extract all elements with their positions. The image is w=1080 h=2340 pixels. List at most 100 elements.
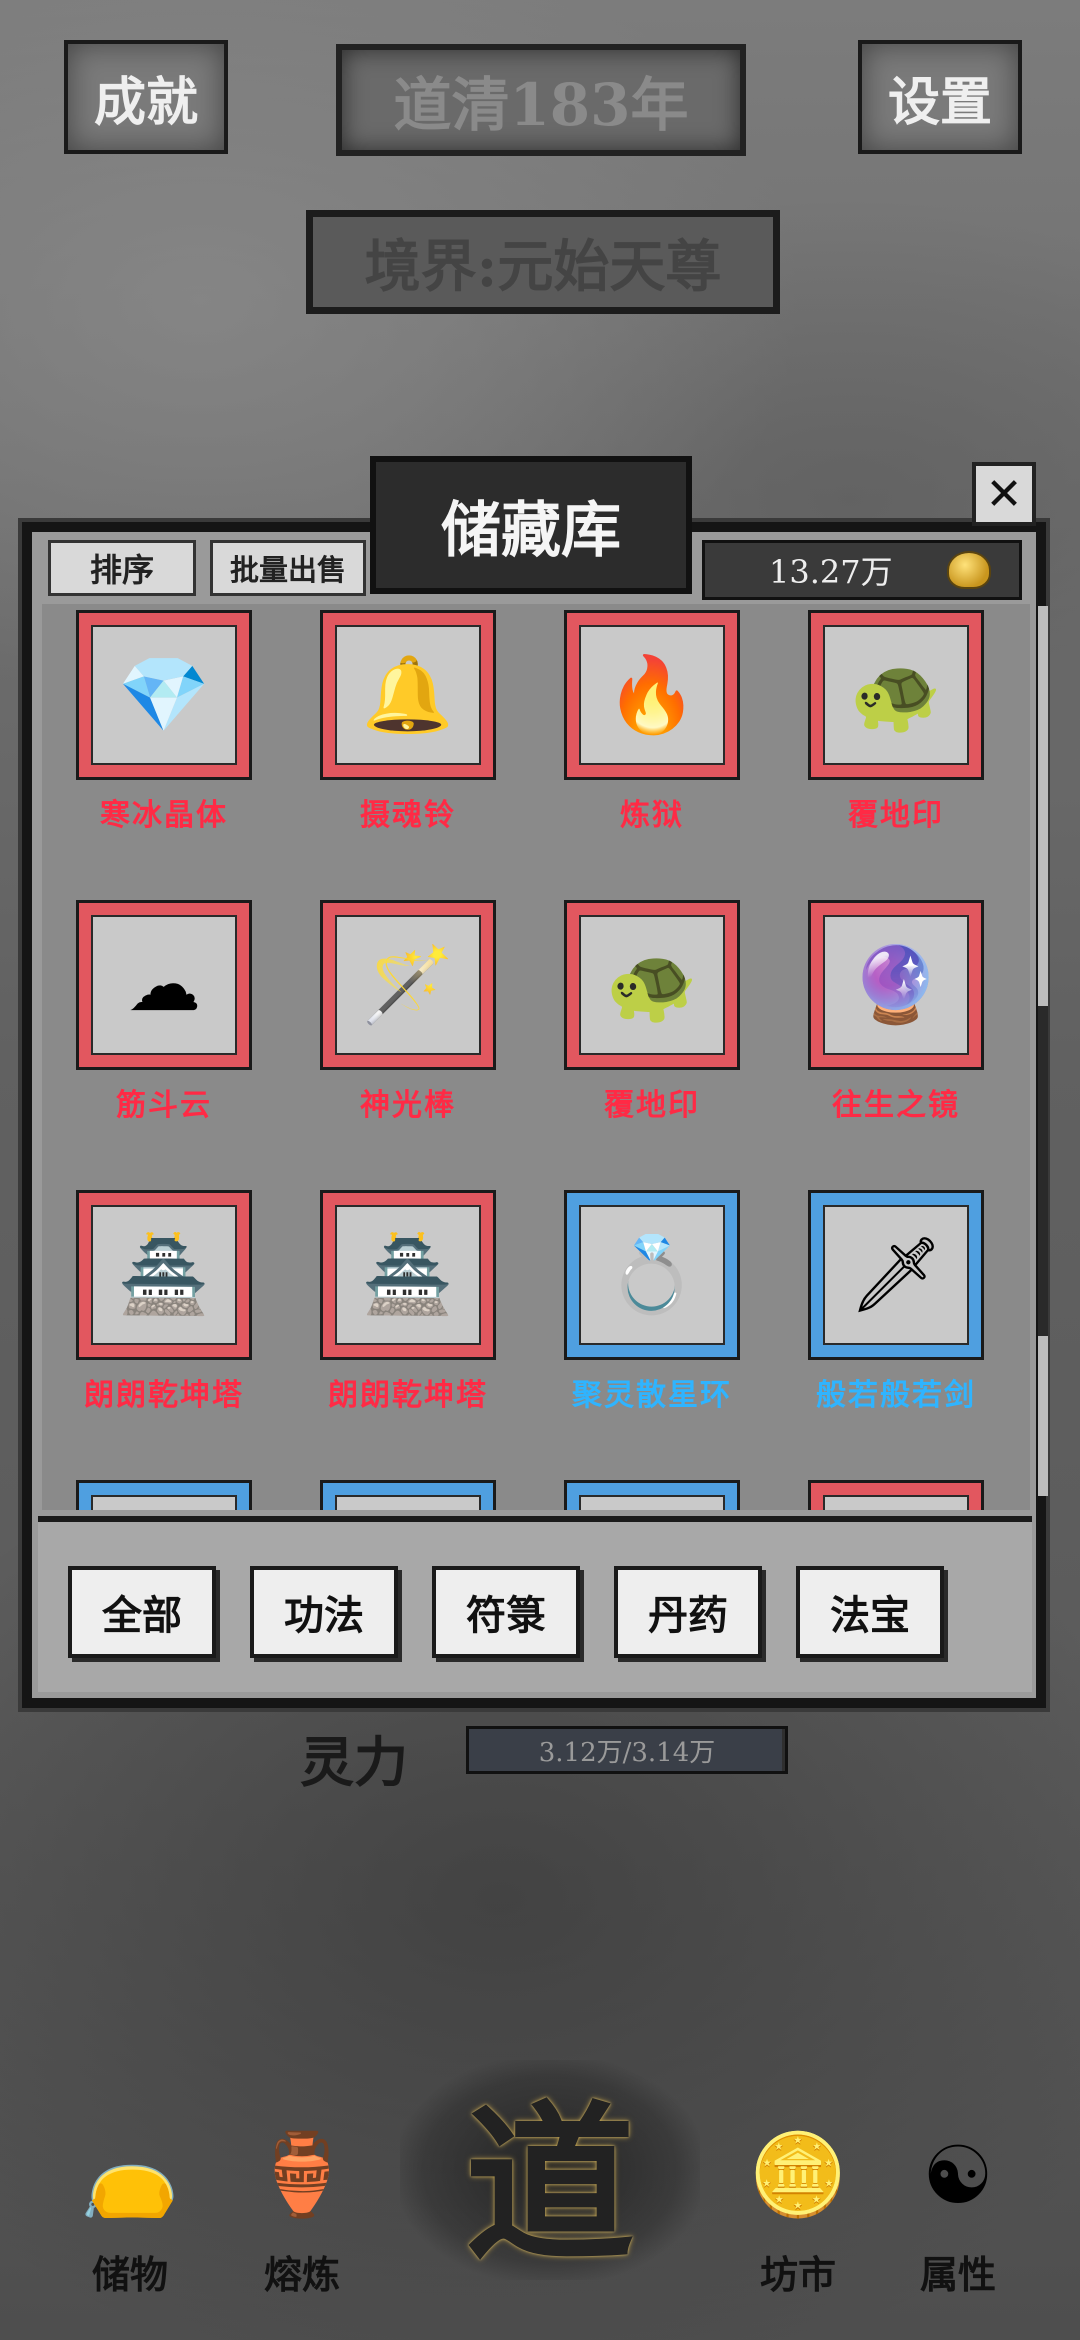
close-button[interactable]: ✕: [972, 462, 1036, 526]
item-slot[interactable]: 🔔 摄魂铃: [320, 610, 496, 834]
item-frame[interactable]: 🗡: [808, 1190, 984, 1360]
pagoda-icon: 🏯: [117, 1232, 211, 1318]
item-slot[interactable]: 🌀: [320, 1480, 496, 1510]
tab-techniques[interactable]: 功法: [250, 1566, 398, 1658]
ring-icon: 💍: [605, 1232, 699, 1318]
item-slot[interactable]: 🐢 覆地印: [808, 610, 984, 834]
item-slot[interactable]: 🗡 般若般若剑: [808, 1190, 984, 1414]
coins-icon: 🪙: [748, 2128, 848, 2221]
realm-banner: 境界:元始天尊: [306, 210, 780, 314]
item-frame[interactable]: ⚔: [76, 1480, 252, 1510]
nav-refine-label: 熔炼: [263, 2252, 340, 2297]
tab-talismans[interactable]: 符箓: [432, 1566, 580, 1658]
item-slot[interactable]: 〰: [564, 1480, 740, 1510]
item-slot[interactable]: ⚔: [76, 1480, 252, 1510]
spirit-bar: 3.12万/3.14万: [466, 1726, 788, 1774]
pouch-icon: 👝: [80, 2128, 180, 2221]
settings-button[interactable]: 设置: [858, 40, 1022, 154]
item-inner: 🪄: [823, 1495, 969, 1510]
item-frame[interactable]: 🏯: [320, 1190, 496, 1360]
item-slot[interactable]: 💍 聚灵散星环: [564, 1190, 740, 1414]
item-frame[interactable]: ☁: [76, 900, 252, 1070]
item-name: 摄魂铃: [360, 798, 456, 833]
item-frame[interactable]: 🪄: [320, 900, 496, 1070]
item-slot[interactable]: 🪄: [808, 1480, 984, 1510]
yin-yang-icon: ☯: [922, 2128, 994, 2222]
cloud-icon: ☁: [127, 942, 201, 1028]
coin-icon: [947, 551, 991, 589]
currency-display: 13.27万: [702, 540, 1022, 600]
item-name: 神光棒: [360, 1088, 456, 1123]
item-frame[interactable]: 🏯: [76, 1190, 252, 1360]
scroll-thumb[interactable]: [1038, 1006, 1048, 1336]
item-frame[interactable]: 💎: [76, 610, 252, 780]
item-name: 寒冰晶体: [100, 798, 228, 833]
item-frame[interactable]: 〰: [564, 1480, 740, 1510]
item-name: 覆地印: [848, 798, 944, 833]
achievements-button[interactable]: 成就: [64, 40, 228, 154]
item-name: 覆地印: [604, 1088, 700, 1123]
item-slot[interactable]: 💎 寒冰晶体: [76, 610, 252, 834]
dao-emblem: 道: [464, 2085, 635, 2285]
pagoda-icon: 🏯: [361, 1232, 455, 1318]
item-inner: 🔥: [579, 625, 725, 765]
item-slot[interactable]: ☁ 筋斗云: [76, 900, 252, 1124]
nav-refine[interactable]: 🏺 熔炼: [222, 2120, 382, 2310]
spirit-label: 灵力: [300, 1730, 408, 1794]
mirror-icon: 🔮: [849, 942, 943, 1028]
item-slot[interactable]: 🪄 神光棒: [320, 900, 496, 1124]
item-name: 聚灵散星环: [572, 1378, 732, 1413]
item-name: 筋斗云: [116, 1088, 212, 1123]
item-frame[interactable]: 💍: [564, 1190, 740, 1360]
item-slot[interactable]: 🏯 朗朗乾坤塔: [76, 1190, 252, 1414]
item-inner: 🔮: [823, 915, 969, 1055]
item-grid-area[interactable]: 💎 寒冰晶体 🔔 摄魂铃 🔥 炼狱 🐢 覆地印 ☁ 筋斗云 🪄 神光棒 🐢 覆地印 🔮 往生之镜 🏯 朗朗乾坤塔 🏯…: [42, 604, 1030, 1510]
nav-market-label: 坊市: [759, 2252, 836, 2297]
item-slot[interactable]: 🔮 往生之镜: [808, 900, 984, 1124]
item-inner: 🐢: [579, 915, 725, 1055]
scrollbar[interactable]: [1038, 606, 1048, 1496]
item-inner: ☁: [91, 915, 237, 1055]
staff-icon: 🪄: [361, 942, 455, 1028]
item-frame[interactable]: 🌀: [320, 1480, 496, 1510]
tab-all[interactable]: 全部: [68, 1566, 216, 1658]
item-frame[interactable]: 🔥: [564, 610, 740, 780]
item-inner: 🏯: [91, 1205, 237, 1345]
nav-storage-label: 储物: [91, 2252, 168, 2297]
item-grid: 💎 寒冰晶体 🔔 摄魂铃 🔥 炼狱 🐢 覆地印 ☁ 筋斗云 🪄 神光棒 🐢 覆地印 🔮 往生之镜 🏯 朗朗乾坤塔 🏯…: [76, 610, 984, 1510]
currency-value: 13.27万: [769, 553, 893, 591]
storage-title: 储藏库: [370, 456, 692, 594]
item-inner: ⚔: [91, 1495, 237, 1510]
ice-crystal-icon: 💎: [117, 652, 211, 738]
item-slot[interactable]: 🔥 炼狱: [564, 610, 740, 834]
bulk-sell-button[interactable]: 批量出售: [210, 540, 366, 596]
item-inner: 🌀: [335, 1495, 481, 1510]
item-inner: 〰: [579, 1495, 725, 1510]
item-frame[interactable]: 🔮: [808, 900, 984, 1070]
item-name: 炼狱: [620, 798, 684, 833]
item-frame[interactable]: 🐢: [808, 610, 984, 780]
item-name: 往生之镜: [832, 1088, 960, 1123]
item-inner: 🏯: [335, 1205, 481, 1345]
item-inner: 💎: [91, 625, 237, 765]
nav-dao[interactable]: 道: [400, 2060, 700, 2285]
sort-button[interactable]: 排序: [48, 540, 196, 596]
turtle-seal-icon: 🐢: [849, 652, 943, 738]
nav-attributes-label: 属性: [919, 2252, 996, 2297]
item-frame[interactable]: 🪄: [808, 1480, 984, 1510]
bell-icon: 🔔: [361, 652, 455, 738]
item-name: 般若般若剑: [816, 1378, 976, 1413]
item-name: 朗朗乾坤塔: [84, 1378, 244, 1413]
item-frame[interactable]: 🔔: [320, 610, 496, 780]
item-slot[interactable]: 🏯 朗朗乾坤塔: [320, 1190, 496, 1414]
item-frame[interactable]: 🐢: [564, 900, 740, 1070]
tab-pills[interactable]: 丹药: [614, 1566, 762, 1658]
item-inner: 🔔: [335, 625, 481, 765]
item-slot[interactable]: 🐢 覆地印: [564, 900, 740, 1124]
tab-artifacts[interactable]: 法宝: [796, 1566, 944, 1658]
close-icon[interactable]: ✕: [986, 469, 1023, 520]
item-inner: 🗡: [823, 1205, 969, 1345]
nav-market[interactable]: 🪙 坊市: [718, 2120, 878, 2310]
nav-storage[interactable]: 👝 储物: [50, 2120, 210, 2310]
nav-attributes[interactable]: ☯ 属性: [878, 2120, 1038, 2310]
